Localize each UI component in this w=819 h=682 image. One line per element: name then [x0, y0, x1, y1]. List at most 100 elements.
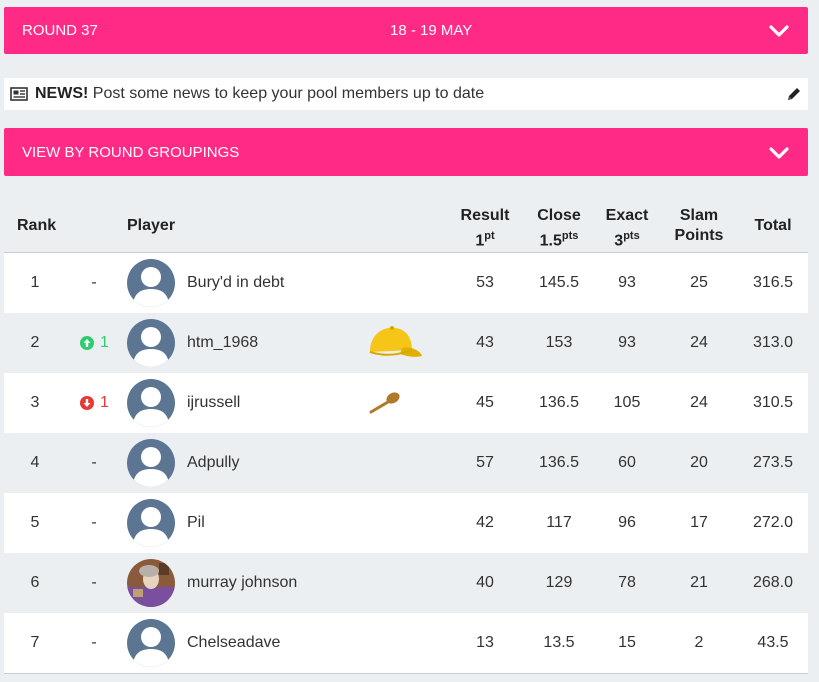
- table-row[interactable]: 3 1 ijrussell 45 136.5 105 24 310.5: [4, 373, 808, 433]
- header-result-title: Result: [460, 207, 510, 224]
- table-row[interactable]: 1 - Bury'd in debt 53 145.5 93 25 316.5: [4, 253, 808, 313]
- slam-points-cell: 24: [690, 334, 708, 351]
- total-cell: 43.5: [757, 634, 789, 651]
- result-cell: 57: [476, 454, 494, 471]
- close-cell: 136.5: [538, 454, 580, 471]
- table-row[interactable]: 4 - Adpully 57 136.5 60 20 273.5: [4, 433, 808, 493]
- round-groupings-bar[interactable]: VIEW BY ROUND GROUPINGS: [4, 128, 808, 176]
- chevron-down-icon[interactable]: [768, 145, 790, 161]
- default-avatar-icon: [127, 319, 175, 367]
- user-photo: [127, 559, 175, 607]
- table-row[interactable]: 6 - murray johnson 40 129 78 21 268.0: [4, 553, 808, 613]
- header-close-unit: pts: [561, 230, 579, 242]
- rank-movement: -: [91, 274, 97, 291]
- exact-cell: 96: [618, 514, 636, 531]
- pencil-icon[interactable]: [786, 86, 802, 102]
- rank-cell: 4: [30, 454, 40, 471]
- round-header-bar[interactable]: ROUND 37 18 - 19 MAY: [4, 7, 808, 54]
- avatar[interactable]: [127, 619, 175, 667]
- header-exact[interactable]: Exact 3pts: [594, 206, 660, 251]
- player-name[interactable]: Adpully: [187, 433, 239, 493]
- exact-cell: 15: [618, 634, 636, 651]
- header-close-title: Close: [537, 207, 581, 224]
- wooden-spoon-icon: [369, 392, 400, 414]
- news-message: Post some news to keep your pool members…: [92, 85, 485, 102]
- rank-movement: -: [91, 514, 97, 531]
- table-body: 1- Bury'd in debt 53 145.5 93 25 316.5 2 1 htm_19…: [4, 253, 808, 673]
- avatar[interactable]: [127, 439, 175, 487]
- header-result[interactable]: Result 1pt: [452, 206, 518, 251]
- exact-cell: 93: [618, 274, 636, 291]
- header-close[interactable]: Close 1.5pts: [526, 206, 592, 251]
- header-result-sub: 1pt: [452, 226, 518, 251]
- header-exact-sub: 3pts: [594, 226, 660, 251]
- exact-cell: 105: [613, 394, 641, 411]
- rank-cell: 5: [30, 514, 40, 531]
- avatar[interactable]: [127, 379, 175, 427]
- player-name[interactable]: Bury'd in debt: [187, 253, 284, 313]
- player-name[interactable]: htm_1968: [187, 313, 258, 373]
- exact-cell: 78: [618, 574, 636, 591]
- header-player[interactable]: Player: [127, 216, 175, 236]
- player-name[interactable]: Pil: [187, 493, 205, 553]
- header-result-num: 1: [475, 232, 485, 250]
- round-label: ROUND 37: [22, 22, 98, 39]
- rank-movement-value: 1: [100, 394, 109, 411]
- result-cell: 42: [476, 514, 494, 531]
- total-cell: 313.0: [752, 334, 794, 351]
- close-cell: 153: [545, 334, 573, 351]
- close-cell: 13.5: [543, 634, 575, 651]
- header-slam-title: Slam: [679, 207, 719, 224]
- default-avatar-icon: [127, 439, 175, 487]
- rank-movement-up: 1: [80, 313, 109, 373]
- news-label: NEWS!: [35, 85, 89, 102]
- groupings-label: VIEW BY ROUND GROUPINGS: [22, 144, 240, 161]
- default-avatar-icon: [127, 499, 175, 547]
- rank-cell: 1: [30, 274, 40, 291]
- header-close-num: 1.5: [539, 232, 562, 250]
- slam-points-cell: 24: [690, 394, 708, 411]
- rank-movement: -: [91, 574, 97, 591]
- result-cell: 43: [476, 334, 494, 351]
- header-close-sub: 1.5pts: [526, 226, 592, 251]
- rank-cell: 6: [30, 574, 40, 591]
- avatar[interactable]: [127, 319, 175, 367]
- player-name[interactable]: murray johnson: [187, 553, 297, 613]
- total-cell: 310.5: [752, 394, 794, 411]
- exact-cell: 93: [618, 334, 636, 351]
- arrow-down-circle-icon: [80, 395, 94, 410]
- slam-points-cell: 2: [694, 634, 704, 651]
- table-row[interactable]: 2 1 htm_1968 43 153 93 24 313.0: [4, 313, 808, 373]
- avatar[interactable]: [127, 559, 175, 607]
- slam-points-cell: 21: [690, 574, 708, 591]
- header-slam-points[interactable]: Slam Points: [666, 206, 732, 246]
- table-row[interactable]: 7 - Chelseadave 13 13.5 15 2 43.5: [4, 613, 808, 673]
- news-text: NEWS! Post some news to keep your pool m…: [35, 78, 484, 110]
- news-bar: NEWS! Post some news to keep your pool m…: [4, 78, 808, 110]
- newspaper-icon: [10, 87, 28, 101]
- table-row[interactable]: 5 - Pil 42 117 96 17 272.0: [4, 493, 808, 553]
- avatar[interactable]: [127, 259, 175, 307]
- player-name[interactable]: Chelseadave: [187, 613, 280, 673]
- arrow-up-circle-icon: [80, 335, 94, 350]
- player-name[interactable]: ijrussell: [187, 373, 240, 433]
- exact-cell: 60: [618, 454, 636, 471]
- rank-cell: 3: [30, 394, 40, 411]
- result-cell: 45: [476, 394, 494, 411]
- yellow-cap-icon: [369, 326, 422, 357]
- slam-points-cell: 17: [690, 514, 708, 531]
- result-cell: 53: [476, 274, 494, 291]
- chevron-down-icon[interactable]: [768, 23, 790, 39]
- total-cell: 272.0: [752, 514, 794, 531]
- rank-cell: 7: [30, 634, 40, 651]
- header-exact-num: 3: [614, 232, 624, 250]
- close-cell: 136.5: [538, 394, 580, 411]
- header-total[interactable]: Total: [740, 216, 806, 236]
- slam-points-cell: 20: [690, 454, 708, 471]
- header-exact-title: Exact: [605, 207, 649, 224]
- avatar[interactable]: [127, 499, 175, 547]
- header-exact-unit: pts: [623, 230, 640, 242]
- header-slam-sub: Points: [674, 227, 724, 244]
- header-rank[interactable]: Rank: [17, 216, 56, 236]
- close-cell: 117: [546, 514, 572, 531]
